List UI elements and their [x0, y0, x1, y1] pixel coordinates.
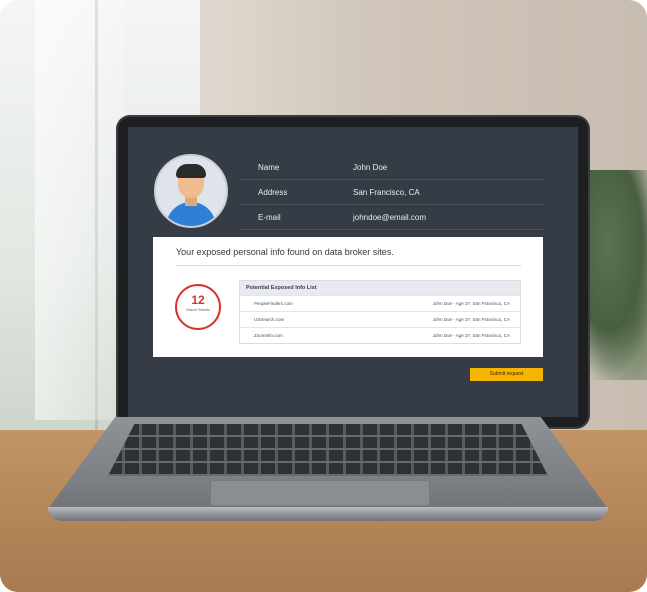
list-item[interactable]: PeopleFinders.com John Doe - Age 37, San…	[240, 295, 520, 311]
submit-request-button[interactable]: Submit request	[470, 368, 543, 381]
curtain	[35, 0, 125, 420]
list-item-site: PeopleFinders.com	[254, 301, 293, 306]
laptop-base-edge	[48, 507, 608, 521]
list-item-site: ZoomInfo.com	[254, 333, 283, 338]
avatar-hair	[176, 164, 206, 178]
profile-row-name: Name John Doe	[240, 155, 545, 180]
list-item-detail: John Doe - Age 37, San Francisco, CA	[432, 333, 510, 338]
search-results-badge: 12 Search Results	[175, 284, 221, 330]
profile-value: John Doe	[353, 162, 388, 172]
profile-value: johndoe@email.com	[353, 212, 427, 222]
keyboard	[108, 424, 548, 476]
card-title: Your exposed personal info found on data…	[176, 247, 394, 257]
list-item[interactable]: USSearch.com John Doe - Age 37, San Fran…	[240, 311, 520, 327]
profile-row-address: Address San Francisco, CA	[240, 180, 545, 205]
background-photo: Name John Doe Address San Francisco, CA …	[0, 0, 647, 592]
exposed-info-list: Potential Exposed Info List PeopleFinder…	[239, 280, 521, 344]
search-results-caption: Search Results	[186, 308, 210, 312]
user-avatar-icon	[154, 154, 228, 228]
profile-info-table: Name John Doe Address San Francisco, CA …	[240, 155, 545, 230]
laptop-screen: Name John Doe Address San Francisco, CA …	[128, 127, 578, 417]
profile-label: Name	[258, 162, 280, 172]
list-item-detail: John Doe - Age 37, San Francisco, CA	[432, 317, 510, 322]
list-item[interactable]: ZoomInfo.com John Doe - Age 37, San Fran…	[240, 327, 520, 343]
profile-row-email: E-mail johndoe@email.com	[240, 205, 545, 230]
profile-value: San Francisco, CA	[353, 187, 420, 197]
list-item-site: USSearch.com	[254, 317, 285, 322]
list-header: Potential Exposed Info List	[240, 281, 520, 295]
exposed-info-card: Your exposed personal info found on data…	[153, 237, 543, 357]
trackpad	[210, 480, 430, 506]
profile-label: E-mail	[258, 212, 281, 222]
search-results-count: 12	[191, 293, 205, 307]
profile-label: Address	[258, 187, 288, 197]
card-divider	[176, 265, 521, 266]
list-item-detail: John Doe - Age 37, San Francisco, CA	[432, 301, 510, 306]
